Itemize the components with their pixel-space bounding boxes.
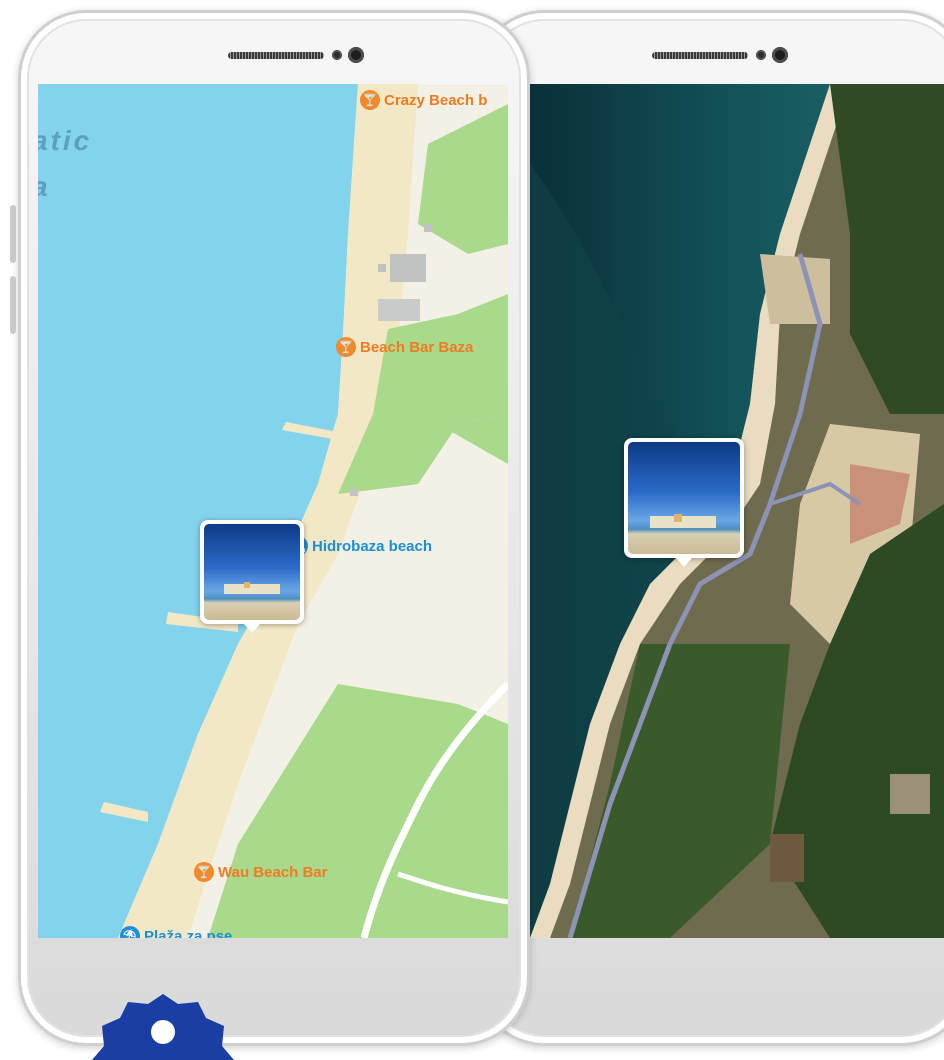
building-4 [424,224,432,232]
poi-hidrobaza-beach[interactable]: ⛱ Hidrobaza beach [288,536,432,556]
photo-marker-right[interactable] [624,438,744,567]
app-badge-icon [92,994,234,1060]
speaker-grille-left [228,52,324,59]
photo-marker-left[interactable] [200,520,304,633]
photo-marker-tail [244,624,260,633]
cocktail-icon: 🍸 [360,90,380,110]
building-5 [350,488,358,496]
map-screen-standard[interactable]: atic a 🍸 Crazy Beach b 🍸 Beach Bar Baza … [38,84,508,938]
poi-label: Beach Bar Baza [360,338,474,356]
poi-label: Wau Beach Bar [218,863,328,881]
volume-down-button [10,276,16,334]
map-screen-satellite[interactable] [530,84,944,938]
sensor-dot-right [756,50,766,60]
sea-label: atic a [38,118,92,210]
building-1 [390,254,426,282]
poi-beach-bar-baza[interactable]: 🍸 Beach Bar Baza [336,337,473,357]
speaker-grille-right [652,52,748,59]
front-camera-left [348,47,364,63]
badge-dot [151,1020,175,1044]
photo-hut [244,582,250,588]
poi-label: Plaža za pse [144,927,233,939]
beach-photo-thumbnail [628,442,740,554]
poi-label: Crazy Beach b [384,91,488,109]
building-2 [378,299,420,321]
standard-map [38,84,508,938]
poi-wau-beach-bar[interactable]: 🍸 Wau Beach Bar [194,862,327,882]
ruin-building [770,834,804,882]
photo-beach-shelter [224,584,280,594]
photo-hut [674,514,682,522]
front-camera-right [772,47,788,63]
poi-crazy-beach-bar[interactable]: 🍸 Crazy Beach b [360,90,487,110]
ruin-building-2 [890,774,930,814]
beach-icon: ⛱ [120,926,140,938]
cocktail-icon: 🍸 [336,337,356,357]
poi-label: Hidrobaza beach [312,537,433,555]
sea-label-text: atic a [38,125,93,202]
beach-photo-thumbnail [204,524,300,620]
photo-marker-tail [676,558,692,567]
sensor-dot-left [332,50,342,60]
volume-up-button [10,205,16,263]
photo-beach-shelter [650,516,716,528]
poi-plaza-za-pse[interactable]: ⛱ Plaža za pse [120,926,232,938]
building-3 [378,264,386,272]
cocktail-icon: 🍸 [194,862,214,882]
